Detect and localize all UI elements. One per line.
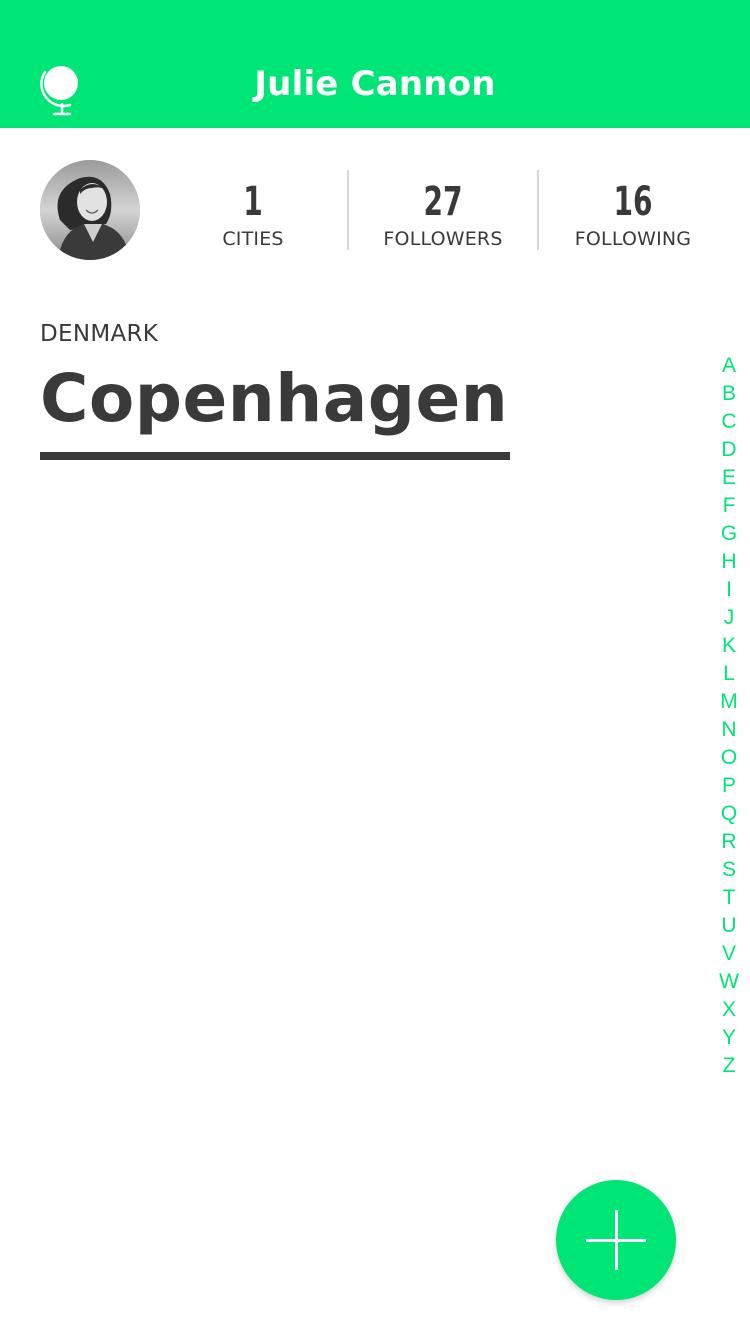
index-letter-m[interactable]: M: [714, 688, 744, 716]
index-letter-k[interactable]: K: [714, 632, 744, 660]
stat-cities-label: CITIES: [222, 228, 284, 250]
index-letter-n[interactable]: N: [714, 716, 744, 744]
index-letter-w[interactable]: W: [714, 968, 744, 996]
index-letter-i[interactable]: I: [714, 576, 744, 604]
stat-followers-value: 27: [423, 179, 463, 225]
add-city-button[interactable]: [556, 1180, 676, 1300]
index-letter-q[interactable]: Q: [714, 800, 744, 828]
index-letter-s[interactable]: S: [714, 856, 744, 884]
index-letter-x[interactable]: X: [714, 996, 744, 1024]
stat-cities-value: 1: [243, 179, 263, 225]
index-letter-o[interactable]: O: [714, 744, 744, 772]
index-letter-a[interactable]: A: [714, 352, 744, 380]
city-underline: [40, 452, 510, 460]
index-letter-z[interactable]: Z: [714, 1052, 744, 1080]
country-label: DENMARK: [40, 321, 159, 347]
index-letter-r[interactable]: R: [714, 828, 744, 856]
city-link[interactable]: Copenhagen: [40, 354, 508, 444]
stat-cities[interactable]: 1 CITIES: [158, 178, 348, 250]
index-letter-u[interactable]: U: [714, 912, 744, 940]
index-letter-b[interactable]: B: [714, 380, 744, 408]
stat-following-label: FOLLOWING: [574, 228, 692, 250]
app-header: Julie Cannon: [0, 0, 750, 128]
index-letter-g[interactable]: G: [714, 520, 744, 548]
index-letter-c[interactable]: C: [714, 408, 744, 436]
index-letter-e[interactable]: E: [714, 464, 744, 492]
index-letter-l[interactable]: L: [714, 660, 744, 688]
index-letter-f[interactable]: F: [714, 492, 744, 520]
index-letter-y[interactable]: Y: [714, 1024, 744, 1052]
avatar[interactable]: [40, 160, 140, 260]
stat-followers[interactable]: 27 FOLLOWERS: [348, 178, 538, 250]
stat-following-value: 16: [613, 179, 653, 225]
page-title: Julie Cannon: [254, 64, 496, 104]
stat-followers-label: FOLLOWERS: [383, 228, 503, 250]
alphabet-index: ABCDEFGHIJKLMNOPQRSTUVWXYZ: [714, 352, 744, 1080]
index-letter-d[interactable]: D: [714, 436, 744, 464]
index-letter-p[interactable]: P: [714, 772, 744, 800]
index-letter-t[interactable]: T: [714, 884, 744, 912]
index-letter-v[interactable]: V: [714, 940, 744, 968]
index-letter-j[interactable]: J: [714, 604, 744, 632]
stat-following[interactable]: 16 FOLLOWING: [538, 178, 728, 250]
index-letter-h[interactable]: H: [714, 548, 744, 576]
